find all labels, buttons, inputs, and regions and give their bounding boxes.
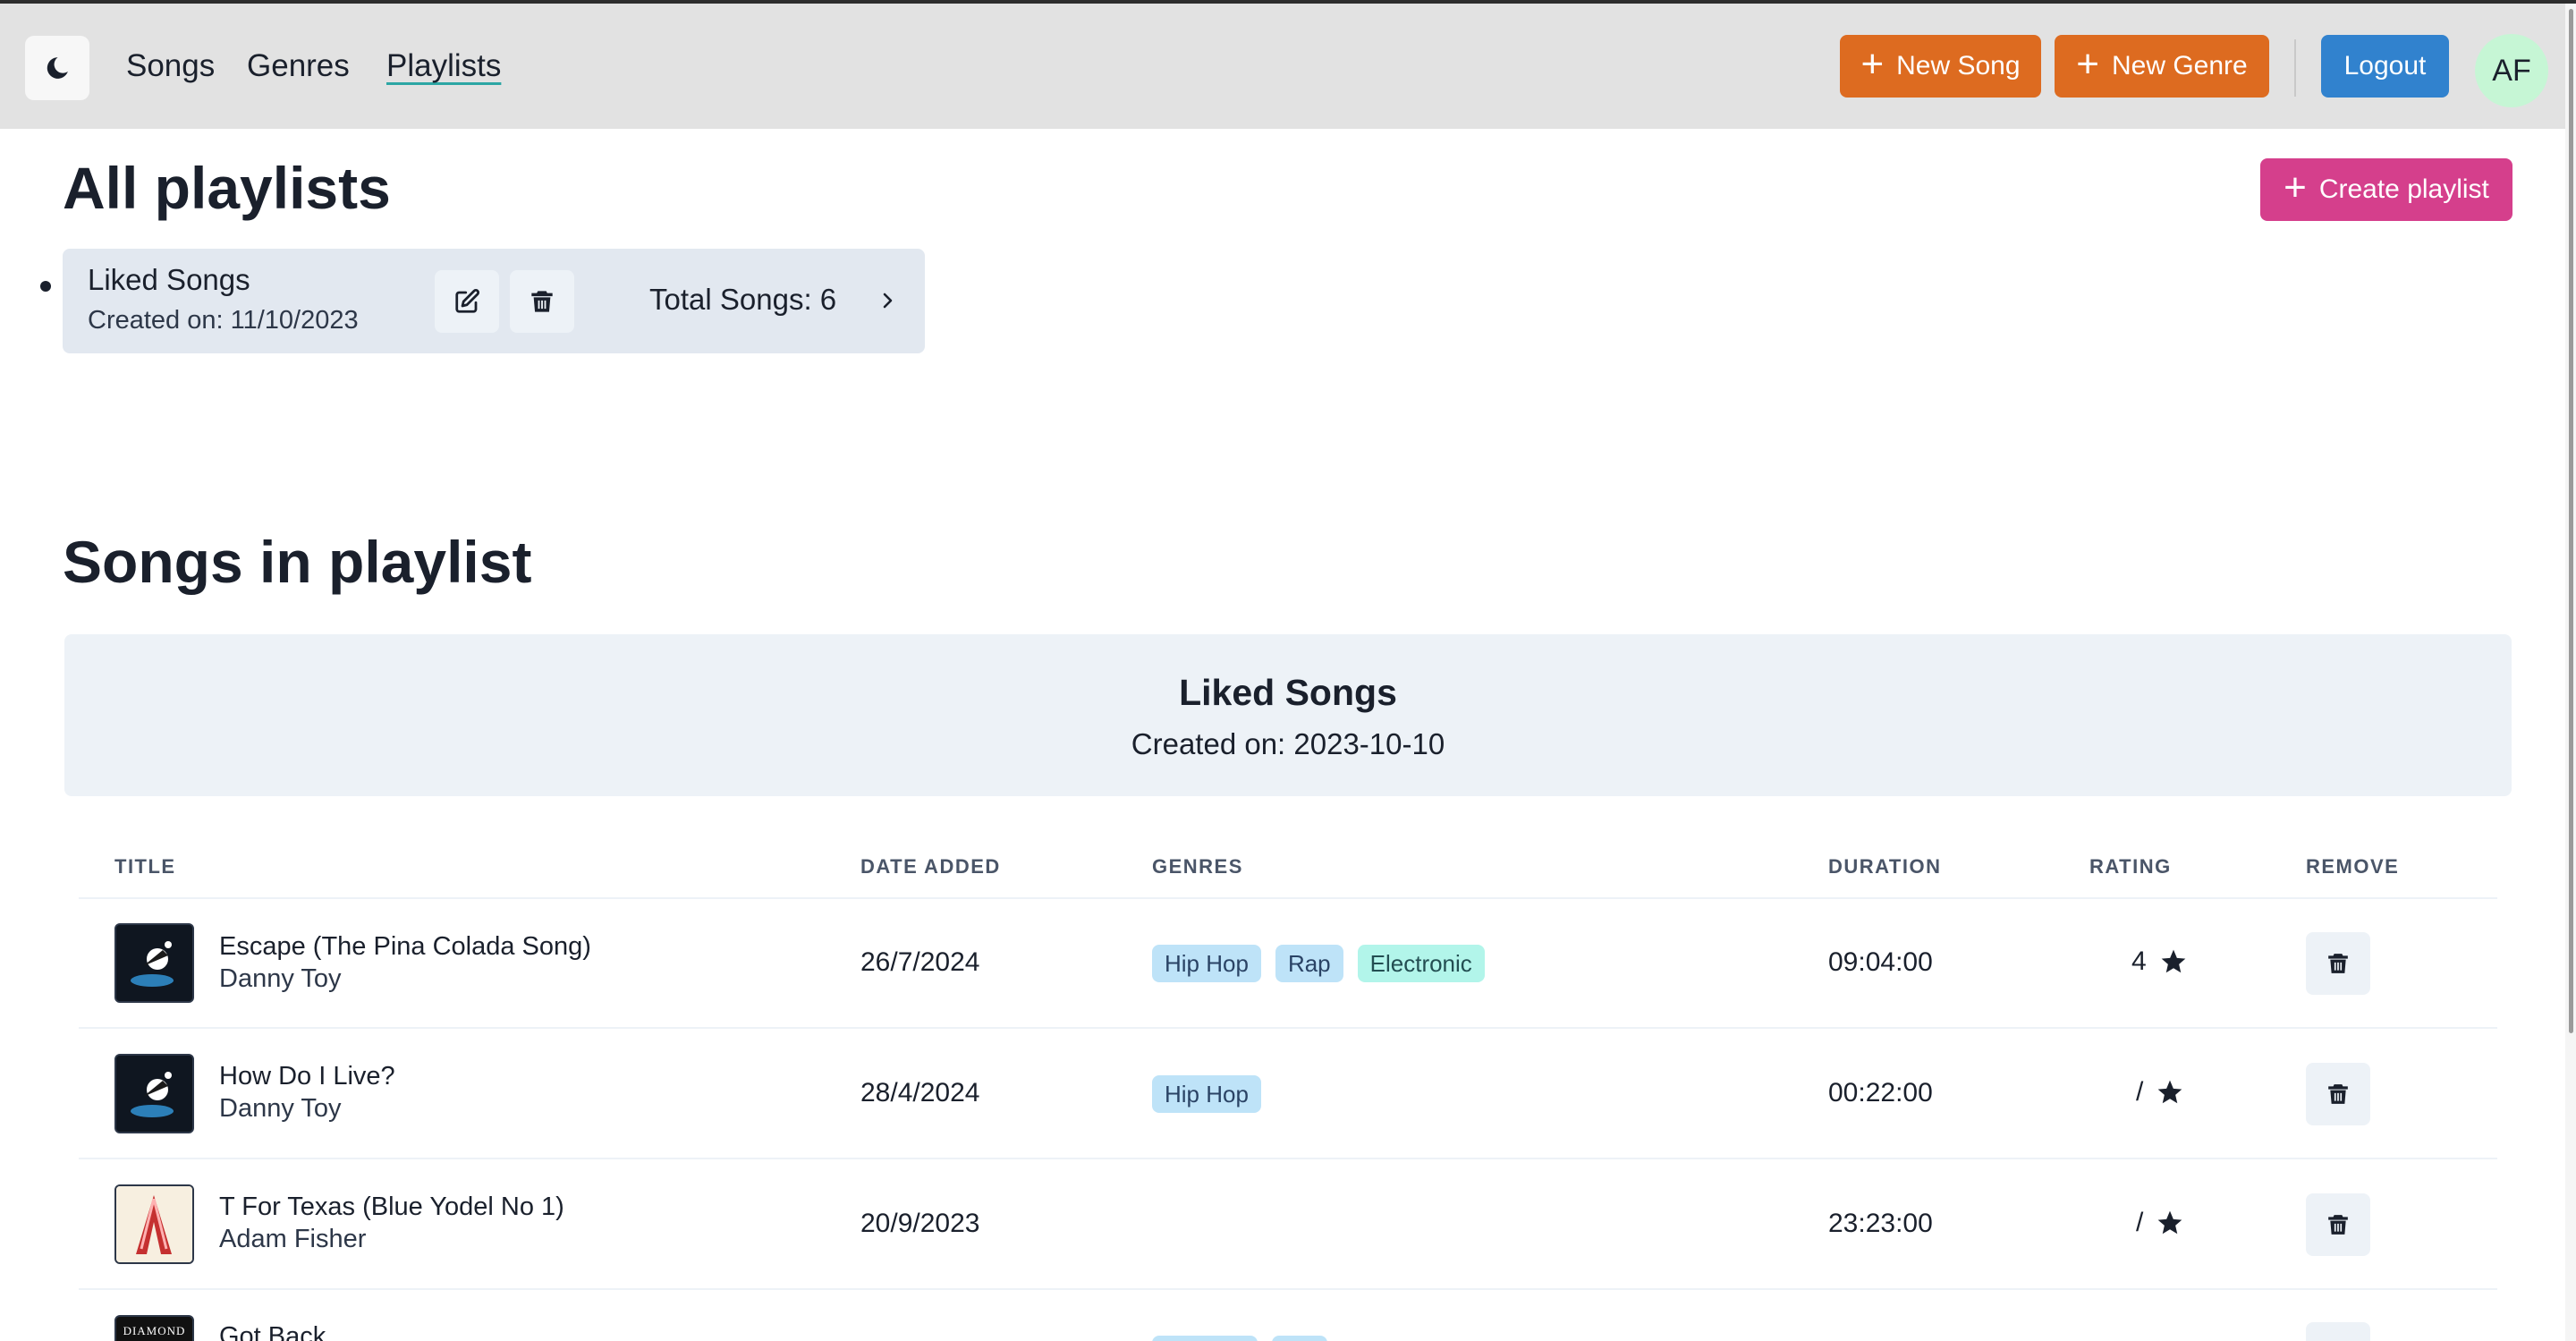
row-divider <box>79 1158 2497 1159</box>
rating-value: 4 <box>2131 946 2147 976</box>
row-divider <box>79 1027 2497 1029</box>
cover-text: DIAMOND <box>123 1324 186 1337</box>
genre-tag: Electronic <box>1357 945 1485 982</box>
nav-link-playlists[interactable]: Playlists <box>386 48 501 84</box>
star-icon <box>2161 949 2186 973</box>
playlist-total-songs: Total Songs: 6 <box>649 283 837 316</box>
genre-tags: Hip Hop <box>1152 1075 1261 1113</box>
remove-song-button[interactable] <box>2306 1193 2370 1256</box>
trash-icon <box>2328 1215 2348 1235</box>
trash-icon <box>531 291 553 312</box>
nav-link-songs[interactable]: Songs <box>126 48 215 84</box>
genre-tag: Hip Hop <box>1152 1075 1261 1113</box>
song-rating[interactable]: / <box>2136 1208 2184 1238</box>
album-art-icon <box>116 925 192 1001</box>
song-rating[interactable]: 4 <box>2131 946 2188 977</box>
rating-value: / <box>2136 1208 2144 1237</box>
moon-icon <box>47 57 68 79</box>
song-title: How Do I Live? <box>219 1062 395 1091</box>
song-date-added: 20/9/2023 <box>860 1209 980 1238</box>
edit-icon <box>455 288 480 313</box>
song-cover <box>114 1054 194 1133</box>
delete-playlist-button[interactable] <box>510 270 574 333</box>
album-art-icon <box>116 1186 192 1262</box>
theme-toggle-button[interactable] <box>25 36 89 100</box>
create-playlist-button[interactable]: + Create playlist <box>2260 158 2512 221</box>
playlist-info-created: Created on: 2023-10-10 <box>1131 727 1445 760</box>
star-icon <box>2158 1210 2182 1235</box>
song-cover <box>114 1184 194 1264</box>
trash-icon <box>2328 1084 2348 1104</box>
logout-label: Logout <box>2343 51 2427 81</box>
plus-icon: + <box>1860 42 1885 86</box>
remove-song-button[interactable] <box>2306 1322 2370 1341</box>
song-duration: 09:04:00 <box>1828 947 1933 977</box>
column-header-rating: RATING <box>2089 855 2172 878</box>
avatar[interactable]: AF <box>2475 34 2548 107</box>
edit-playlist-button[interactable] <box>435 270 499 333</box>
song-cover <box>114 923 194 1003</box>
open-playlist-button[interactable] <box>868 281 907 320</box>
songs-section-title: Songs in playlist <box>63 529 532 595</box>
genre-tag: Rap <box>1275 945 1343 982</box>
chevron-right-icon <box>883 293 893 309</box>
genre-tag <box>1152 1336 1258 1341</box>
column-header-date-added: DATE ADDED <box>860 855 1001 878</box>
nav-link-genres[interactable]: Genres <box>247 48 350 84</box>
playlist-name: Liked Songs <box>88 263 250 296</box>
row-divider <box>79 1288 2497 1290</box>
row-divider <box>79 897 2497 899</box>
song-artist: Danny Toy <box>219 964 342 993</box>
plus-icon: + <box>2076 42 2099 86</box>
song-rating[interactable]: / <box>2136 1077 2184 1108</box>
song-date-added: 26/7/2024 <box>860 947 980 977</box>
page-title: All playlists <box>63 155 391 221</box>
scrollbar-thumb[interactable] <box>2569 9 2573 1033</box>
remove-song-button[interactable] <box>2306 932 2370 995</box>
song-cover: DIAMOND <box>114 1315 194 1341</box>
column-header-remove: REMOVE <box>2306 855 2400 878</box>
nav-divider <box>2294 39 2296 97</box>
song-artist: Danny Toy <box>219 1094 342 1123</box>
song-title: Escape (The Pina Colada Song) <box>219 932 591 961</box>
list-bullet <box>40 281 51 292</box>
logout-button[interactable]: Logout <box>2321 35 2449 98</box>
song-title: Got Back <box>219 1322 326 1341</box>
column-header-title: TITLE <box>114 855 176 878</box>
rating-value: / <box>2136 1077 2144 1107</box>
column-header-genres: GENRES <box>1152 855 1243 878</box>
playlist-created-date: Created on: 11/10/2023 <box>88 306 359 335</box>
genre-tag <box>1272 1336 1327 1341</box>
song-duration: 23:23:00 <box>1828 1209 1933 1238</box>
new-song-button[interactable]: + New Song <box>1840 35 2041 98</box>
genre-tag: Hip Hop <box>1152 945 1261 982</box>
album-art-icon <box>116 1056 192 1132</box>
star-icon <box>2158 1080 2182 1104</box>
trash-icon <box>2328 954 2348 973</box>
playlist-card[interactable]: Liked Songs Created on: 11/10/2023 Total… <box>63 249 925 353</box>
column-header-duration: DURATION <box>1828 855 1942 878</box>
create-playlist-label: Create playlist <box>2318 174 2489 204</box>
playlist-info-name: Liked Songs <box>1179 672 1397 713</box>
song-date-added: 28/4/2024 <box>860 1078 980 1108</box>
song-duration: 00:22:00 <box>1828 1078 1933 1108</box>
song-artist: Adam Fisher <box>219 1225 367 1253</box>
playlist-info-box: Liked Songs Created on: 2023-10-10 <box>64 634 2512 796</box>
new-song-label: New Song <box>1896 51 2021 81</box>
navbar: Songs Genres Playlists + New Song + New … <box>0 4 2565 129</box>
remove-song-button[interactable] <box>2306 1063 2370 1125</box>
genre-tags: Hip Hop Rap Electronic <box>1152 945 1485 982</box>
plus-icon: + <box>2284 166 2307 209</box>
song-title: T For Texas (Blue Yodel No 1) <box>219 1192 564 1221</box>
new-genre-button[interactable]: + New Genre <box>2055 35 2269 98</box>
new-genre-label: New Genre <box>2111 51 2248 81</box>
